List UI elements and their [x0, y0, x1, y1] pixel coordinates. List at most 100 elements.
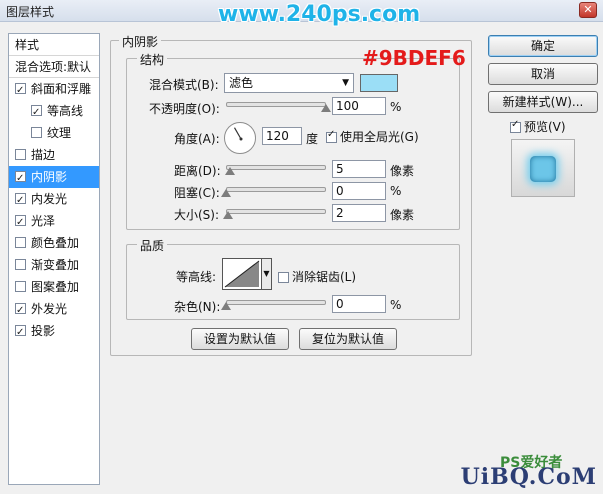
contour-dropdown[interactable]: ▼ [262, 258, 272, 290]
size-slider-thumb[interactable] [223, 211, 233, 219]
style-item-checkbox[interactable] [31, 127, 42, 138]
preview-label: 预览(V) [524, 120, 566, 134]
structure-title: 结构 [137, 51, 168, 68]
style-item[interactable]: 纹理 [9, 122, 99, 144]
angle-needle-icon [233, 127, 243, 141]
contour-preview[interactable] [222, 258, 262, 290]
angle-unit: 度 [306, 132, 319, 146]
style-item[interactable]: 斜面和浮雕 [9, 78, 99, 102]
distance-slider-thumb[interactable] [225, 167, 235, 175]
window-title: 图层样式 [6, 5, 55, 19]
distance-label: 距离(D): [174, 164, 221, 178]
blend-options-default[interactable]: 混合选项:默认 [9, 56, 99, 78]
style-item[interactable]: 描边 [9, 144, 99, 166]
style-item-label: 等高线 [47, 104, 84, 118]
style-item-label: 斜面和浮雕 [31, 82, 92, 96]
choke-unit: % [390, 184, 402, 198]
angle-dial[interactable] [224, 122, 256, 154]
choke-slider-thumb[interactable] [221, 189, 231, 197]
style-item-checkbox[interactable] [15, 281, 26, 292]
watermark-top: www.240ps.com [218, 2, 421, 27]
style-item[interactable]: 渐变叠加 [9, 254, 99, 276]
global-light-label: 使用全局光(G) [340, 130, 419, 144]
distance-input[interactable]: 5 [332, 160, 386, 178]
style-item-checkbox[interactable] [15, 322, 26, 344]
preview-checkbox[interactable] [510, 119, 521, 133]
style-item-label: 图案叠加 [31, 280, 80, 294]
opacity-unit: % [390, 100, 402, 114]
style-item[interactable]: 内发光 [9, 188, 99, 212]
blend-options-label: 混合选项:默认 [15, 60, 92, 74]
style-item[interactable]: 图案叠加 [9, 276, 99, 298]
style-item-label: 渐变叠加 [31, 258, 80, 272]
panel-title: 内阴影 [119, 33, 162, 50]
choke-label: 阻塞(C): [174, 186, 220, 200]
shadow-color-swatch[interactable] [360, 74, 398, 92]
ok-button[interactable]: 确定 [488, 35, 598, 57]
noise-slider-track[interactable] [226, 300, 326, 305]
style-item-label: 外发光 [31, 302, 68, 316]
style-item-checkbox[interactable] [15, 237, 26, 248]
blend-mode-value: 滤色 [229, 76, 254, 90]
global-light-toggle[interactable]: 使用全局光(G) [326, 128, 419, 145]
preview-toggle[interactable]: 预览(V) [510, 118, 566, 135]
reset-default-button[interactable]: 复位为默认值 [299, 328, 397, 350]
noise-unit: % [390, 298, 402, 312]
contour-linear-icon [224, 260, 260, 288]
angle-input[interactable]: 120 [262, 127, 302, 145]
style-item[interactable]: 颜色叠加 [9, 232, 99, 254]
distance-slider-track[interactable] [226, 165, 326, 170]
style-item[interactable]: 等高线 [9, 100, 99, 124]
size-input[interactable]: 2 [332, 204, 386, 222]
opacity-slider-thumb[interactable] [321, 104, 331, 112]
chevron-down-icon: ▼ [342, 78, 349, 88]
style-item-checkbox[interactable] [15, 259, 26, 270]
preview-thumbnail [530, 156, 556, 182]
choke-slider-track[interactable] [226, 187, 326, 192]
opacity-input[interactable]: 100 [332, 97, 386, 115]
style-list-header-label: 样式 [15, 38, 40, 52]
style-item-checkbox[interactable] [15, 168, 26, 190]
style-item[interactable]: 外发光 [9, 298, 99, 322]
quality-title: 品质 [137, 237, 168, 254]
distance-unit: 像素 [390, 164, 415, 178]
style-item-checkbox[interactable] [15, 300, 26, 322]
style-item[interactable]: 光泽 [9, 210, 99, 234]
blend-mode-select[interactable]: 滤色 ▼ [224, 73, 354, 93]
noise-slider-thumb[interactable] [221, 302, 231, 310]
angle-label: 角度(A): [174, 132, 220, 146]
new-style-button[interactable]: 新建样式(W)... [488, 91, 598, 113]
style-item-checkbox[interactable] [15, 80, 26, 102]
size-label: 大小(S): [174, 208, 220, 222]
style-item-checkbox[interactable] [31, 102, 42, 124]
style-item-label: 纹理 [47, 126, 72, 140]
antialias-toggle[interactable]: 消除锯齿(L) [278, 268, 356, 285]
antialias-label: 消除锯齿(L) [292, 270, 357, 284]
opacity-slider-track[interactable] [226, 102, 326, 107]
size-unit: 像素 [390, 208, 415, 222]
antialias-checkbox[interactable] [278, 272, 289, 283]
size-slider-track[interactable] [226, 209, 326, 214]
style-item-label: 描边 [31, 148, 56, 162]
style-item-checkbox[interactable] [15, 212, 26, 234]
watermark-bottom: UiBQ.CoM [460, 464, 597, 490]
chevron-down-icon: ▼ [263, 269, 270, 278]
opacity-label: 不透明度(O): [149, 102, 220, 116]
style-item-checkbox[interactable] [15, 190, 26, 212]
contour-label: 等高线: [176, 270, 217, 284]
noise-input[interactable]: 0 [332, 295, 386, 313]
cancel-button[interactable]: 取消 [488, 63, 598, 85]
style-item-label: 光泽 [31, 214, 56, 228]
style-item-label: 内发光 [31, 192, 68, 206]
choke-input[interactable]: 0 [332, 182, 386, 200]
style-item-label: 内阴影 [31, 170, 68, 184]
style-item[interactable]: 投影 [9, 320, 99, 344]
style-item[interactable]: 内阴影 [9, 166, 99, 190]
style-preview [511, 139, 575, 197]
style-item-checkbox[interactable] [15, 149, 26, 160]
close-button[interactable]: ✕ [579, 2, 597, 18]
style-list-header[interactable]: 样式 [9, 34, 99, 56]
global-light-checkbox[interactable] [326, 129, 337, 143]
make-default-button[interactable]: 设置为默认值 [191, 328, 289, 350]
style-item-label: 颜色叠加 [31, 236, 80, 250]
